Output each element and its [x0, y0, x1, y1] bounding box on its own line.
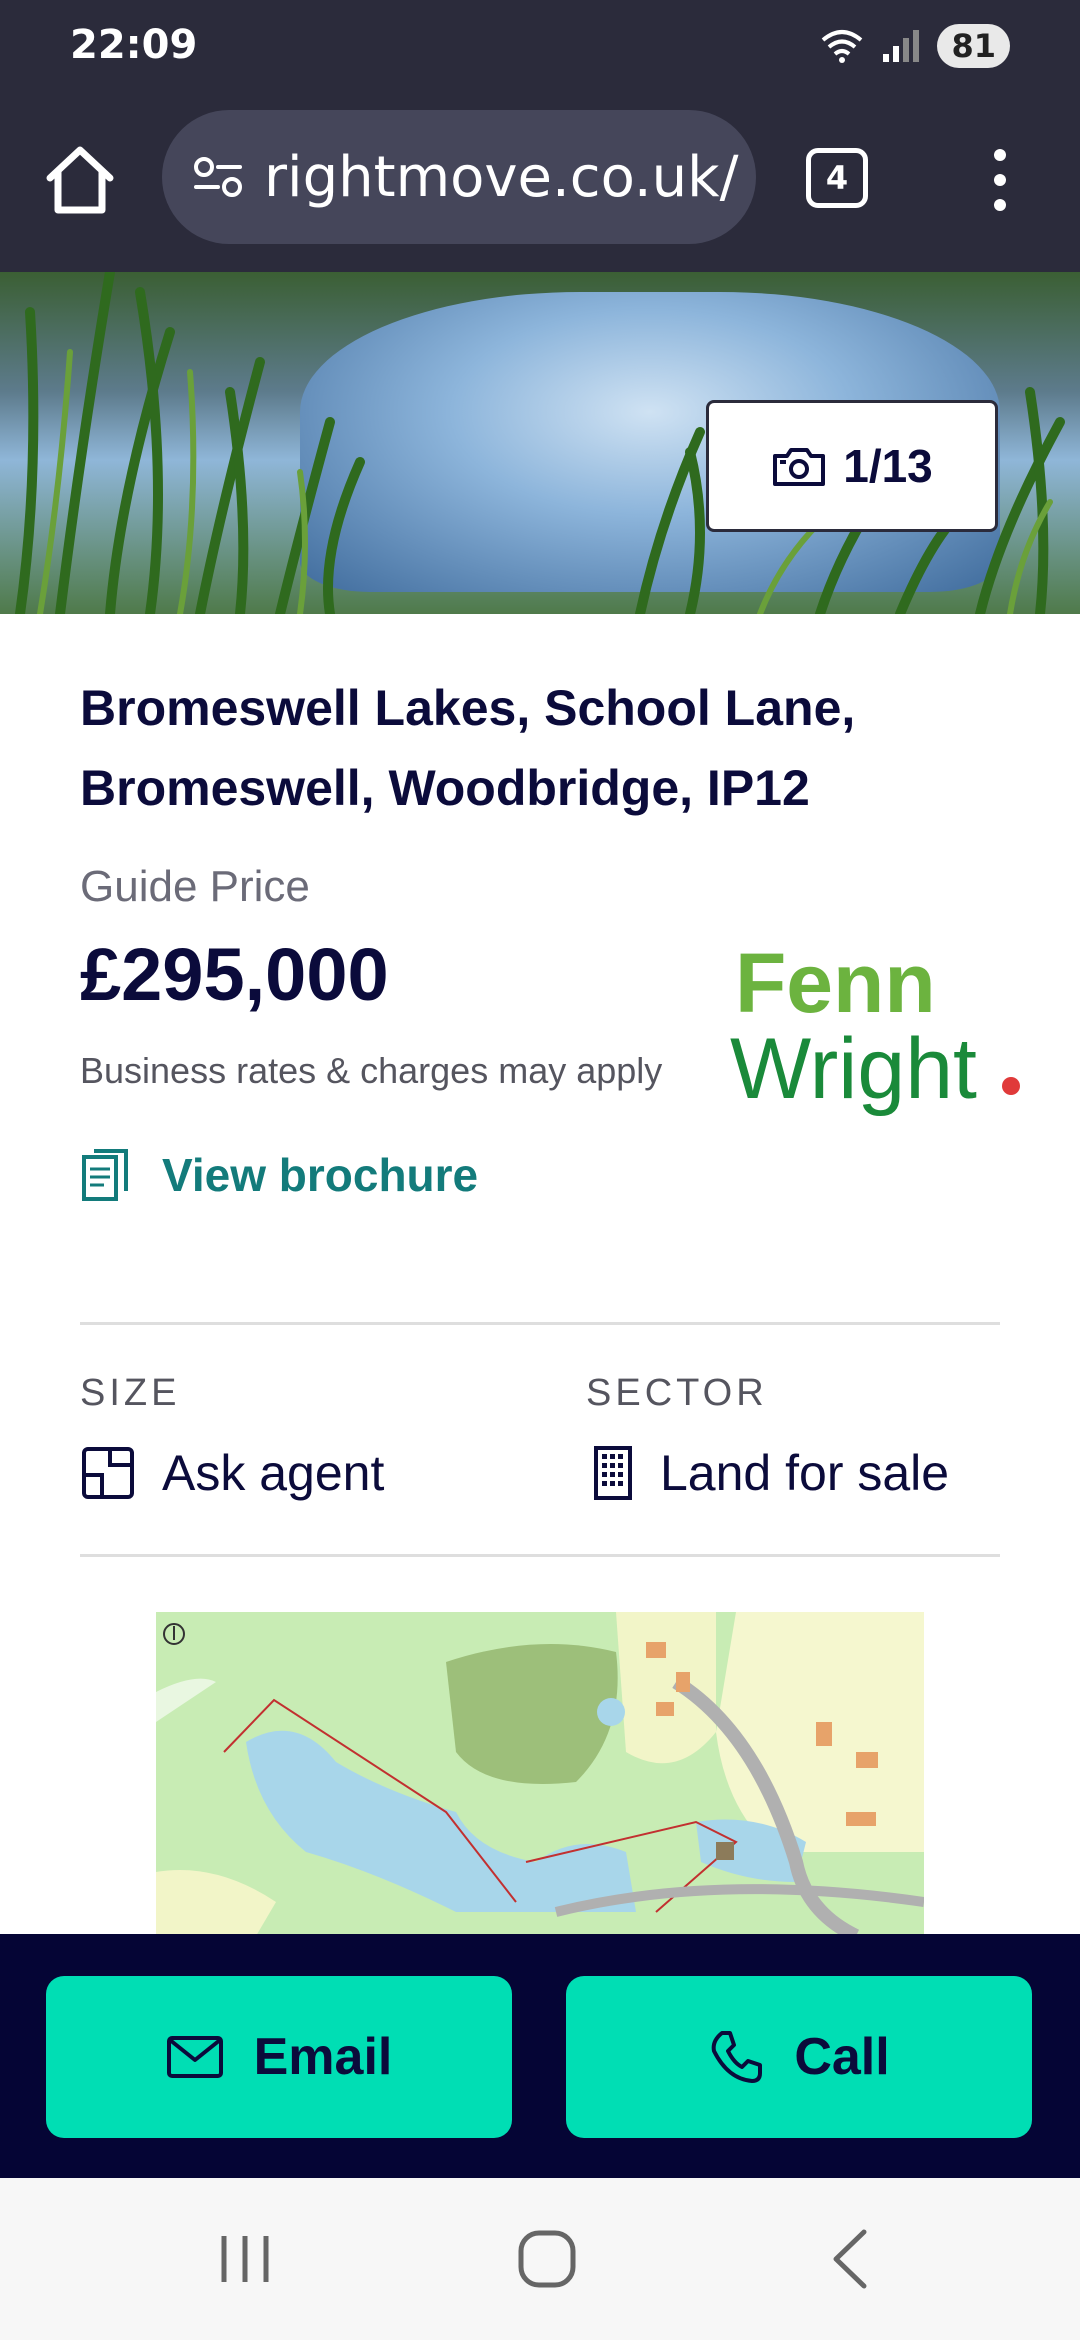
back-icon[interactable]	[816, 2224, 886, 2294]
property-price: £295,000	[80, 933, 389, 1016]
view-brochure-label[interactable]: View brochure	[162, 1148, 478, 1202]
url-text[interactable]: rightmove.co.uk/	[264, 145, 738, 210]
battery-icon: 81	[937, 24, 1010, 68]
status-time: 22:09	[70, 22, 198, 68]
contact-action-bar: Email Call	[0, 1934, 1080, 2178]
agent-logo[interactable]: Fenn Wright	[715, 930, 1035, 1130]
photo-count-button[interactable]: 1/13	[706, 400, 998, 532]
size-value: Ask agent	[162, 1445, 385, 1501]
building-icon	[594, 1446, 632, 1500]
sector-value-row: Land for sale	[592, 1438, 949, 1508]
browser-chrome: 22:09 81 rightmove.co.uk/ 4	[0, 0, 1080, 272]
floorplan-icon	[82, 1447, 134, 1499]
brochure-icon	[82, 1149, 128, 1201]
home-icon[interactable]	[40, 140, 120, 220]
wifi-icon	[822, 30, 863, 63]
call-button[interactable]: Call	[566, 1976, 1032, 2138]
property-address: Bromeswell Lakes, School Lane, Bromeswel…	[80, 680, 856, 816]
site-plan-map[interactable]	[156, 1612, 924, 1936]
view-brochure-link[interactable]: View brochure	[80, 1140, 478, 1210]
call-button-label[interactable]: Call	[794, 2027, 889, 2087]
home-nav-icon[interactable]	[512, 2224, 582, 2294]
site-settings-icon[interactable]	[190, 153, 246, 201]
system-nav-bar	[0, 2178, 1080, 2340]
rates-note: Business rates & charges may apply	[80, 1050, 663, 1091]
agent-logo-line1: Fenn	[735, 936, 936, 1030]
signal-icon	[883, 30, 920, 62]
phone-icon	[712, 2031, 763, 2083]
size-label: SIZE	[80, 1372, 181, 1414]
camera-icon	[773, 448, 826, 486]
photo-count-text: 1/13	[843, 440, 933, 492]
price-label: Guide Price	[80, 862, 310, 911]
status-icons: 81	[819, 24, 1010, 68]
email-button[interactable]: Email	[46, 1976, 512, 2138]
site-plan-drawing	[156, 1612, 924, 1936]
sector-label: SECTOR	[586, 1372, 768, 1414]
sector-value: Land for sale	[660, 1445, 950, 1501]
more-vert-icon[interactable]	[980, 145, 1020, 215]
tabs-icon[interactable]: 4	[806, 148, 868, 208]
mail-icon	[166, 2036, 223, 2078]
divider	[80, 1554, 1000, 1557]
email-button-label[interactable]: Email	[254, 2027, 393, 2087]
size-value-row: Ask agent	[80, 1438, 384, 1508]
agent-logo-line2: Wright	[730, 1021, 977, 1117]
divider	[80, 1322, 1000, 1325]
recent-apps-icon[interactable]	[210, 2224, 280, 2294]
url-bar[interactable]: rightmove.co.uk/	[162, 110, 756, 244]
